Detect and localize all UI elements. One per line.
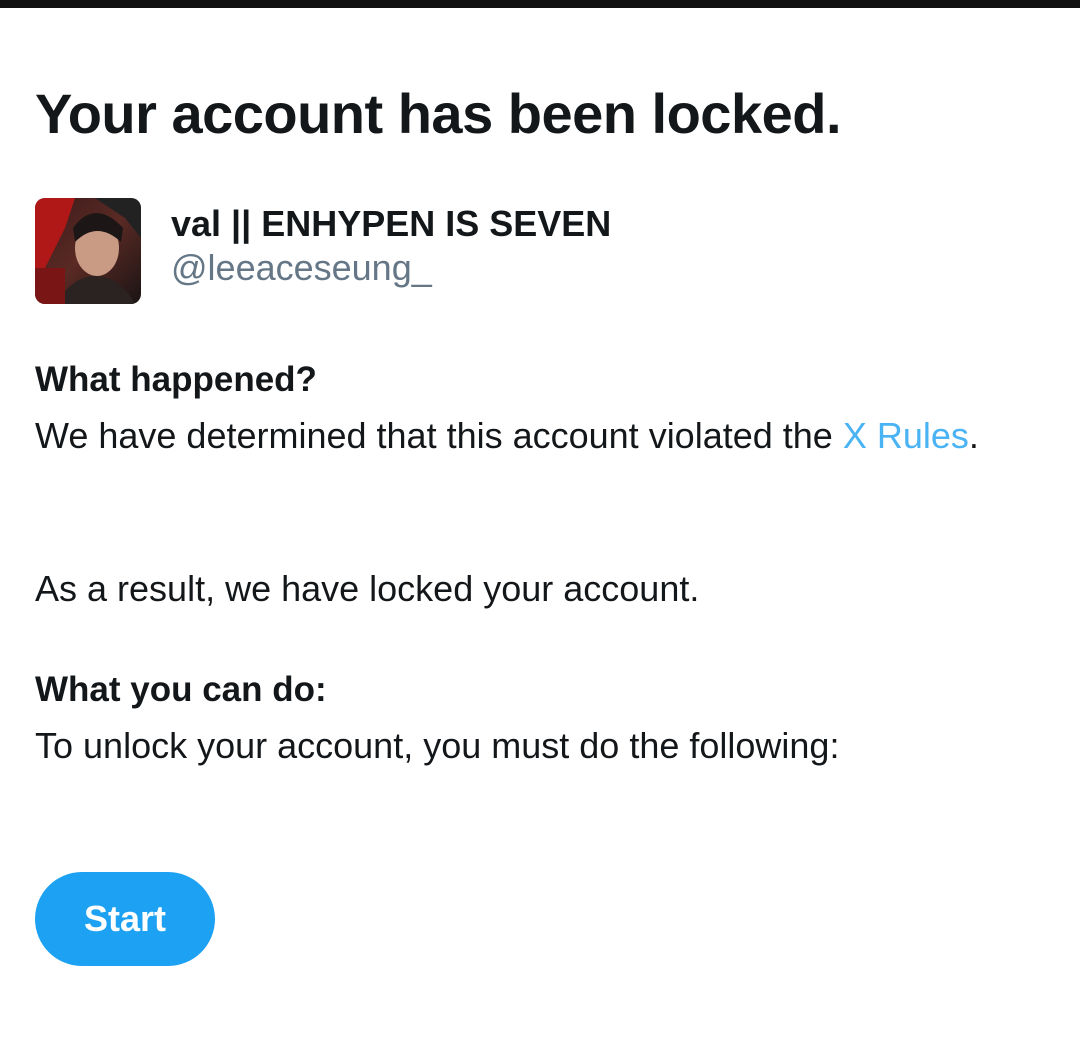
account-locked-page: Your account has been locked. val || ENH… [0, 0, 1080, 1051]
violation-text-end: . [968, 415, 979, 456]
display-name: val || ENHYPEN IS SEVEN [171, 203, 612, 244]
start-button[interactable]: Start [35, 872, 215, 966]
x-rules-link[interactable]: X Rules [843, 415, 969, 456]
unlock-instructions-text: To unlock your account, you must do the … [35, 725, 840, 766]
what-happened-heading: What happened? [35, 360, 317, 399]
violation-text: We have determined that this account vio… [35, 415, 843, 456]
account-info: val || ENHYPEN IS SEVEN @leeaceseung_ [35, 198, 611, 304]
page-title: Your account has been locked. [35, 82, 842, 145]
what-you-can-do-heading: What you can do: [35, 670, 327, 709]
main-content: Your account has been locked. val || ENH… [35, 82, 1045, 966]
top-bar [0, 0, 1080, 8]
account-text: val || ENHYPEN IS SEVEN @leeaceseung_ [171, 198, 611, 290]
account-handle: @leeaceseung_ [171, 247, 432, 288]
what-happened-text: We have determined that this account vio… [35, 410, 995, 462]
avatar [35, 198, 141, 304]
profile-photo-icon [35, 198, 141, 304]
result-text: As a result, we have locked your account… [35, 568, 700, 609]
